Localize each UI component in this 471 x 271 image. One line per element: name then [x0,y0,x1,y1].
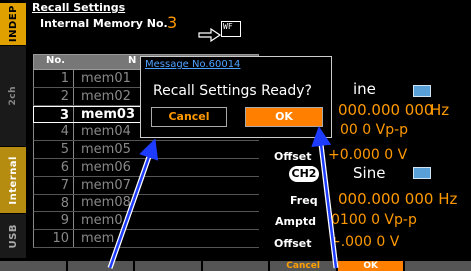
screen: INDEP 2ch Internal USB Recall Settings I… [0,0,471,271]
ch2-freq-label: Freq [290,194,318,207]
softkey-2[interactable] [67,261,134,271]
ch2-amplitude: 0100 0 Vp-p [331,212,417,228]
softkey-4[interactable] [202,261,269,271]
tab-2ch[interactable]: 2ch [0,46,26,146]
ch2-amptd-label: Amptd [275,215,316,228]
cancel-button[interactable]: Cancel [151,107,227,127]
ch2-offset-value: +.000 0 V [329,234,400,250]
ch2-frequency: 000.000 000 Hz [338,190,458,208]
tab-internal[interactable]: Internal [0,147,26,213]
softkey-3[interactable] [135,261,201,271]
ok-button[interactable]: OK [245,107,323,127]
column-header-no: No. [46,55,66,66]
tab-indep[interactable]: INDEP [0,3,26,45]
sine-wave-icon [413,167,431,179]
message-dialog: Message No.60014 Recall Settings Ready? … [140,56,332,138]
page-title: Recall Settings [32,1,126,14]
tab-usb[interactable]: USB [0,214,26,258]
softkey-cancel[interactable]: Cancel [270,261,336,271]
dialog-title: Message No.60014 [145,59,241,70]
table-row[interactable]: 9 mem0 [33,212,259,231]
table-row[interactable]: 5 mem05 [33,141,259,159]
ch1-waveform: ine [353,80,376,98]
memory-number-value[interactable]: 3 [167,13,177,32]
sine-wave-icon [413,85,431,97]
table-row[interactable]: 6 mem06 [33,158,259,177]
ch2-waveform: Sine [353,164,386,182]
wf-file-icon: WF [221,21,241,37]
ch1-amplitude: 00 0 Vp-p [340,122,409,138]
ch1-frequency: 000.000 000 [338,101,434,119]
ch2-badge: CH2 [289,166,319,182]
ch1-offset-label: Offset [274,150,312,163]
ch1-frequency-unit: Hz [430,101,450,119]
softkey-ok[interactable]: OK [337,261,404,271]
memory-number-label: Internal Memory No. [40,17,168,30]
dialog-message: Recall Settings Ready? [153,83,312,99]
table-row[interactable]: 7 mem07 [33,176,259,195]
arrow-right-icon [198,28,222,42]
softkey-1[interactable] [0,261,66,271]
ch2-offset-label: Offset [274,237,312,250]
table-row[interactable]: 8 mem08 [33,194,259,213]
softkey-bar: Cancel OK [0,261,471,271]
ch1-offset-value: +0.000 0 V [328,147,408,163]
softkey-7[interactable] [405,261,471,271]
table-row[interactable]: 10 mem [33,230,259,248]
